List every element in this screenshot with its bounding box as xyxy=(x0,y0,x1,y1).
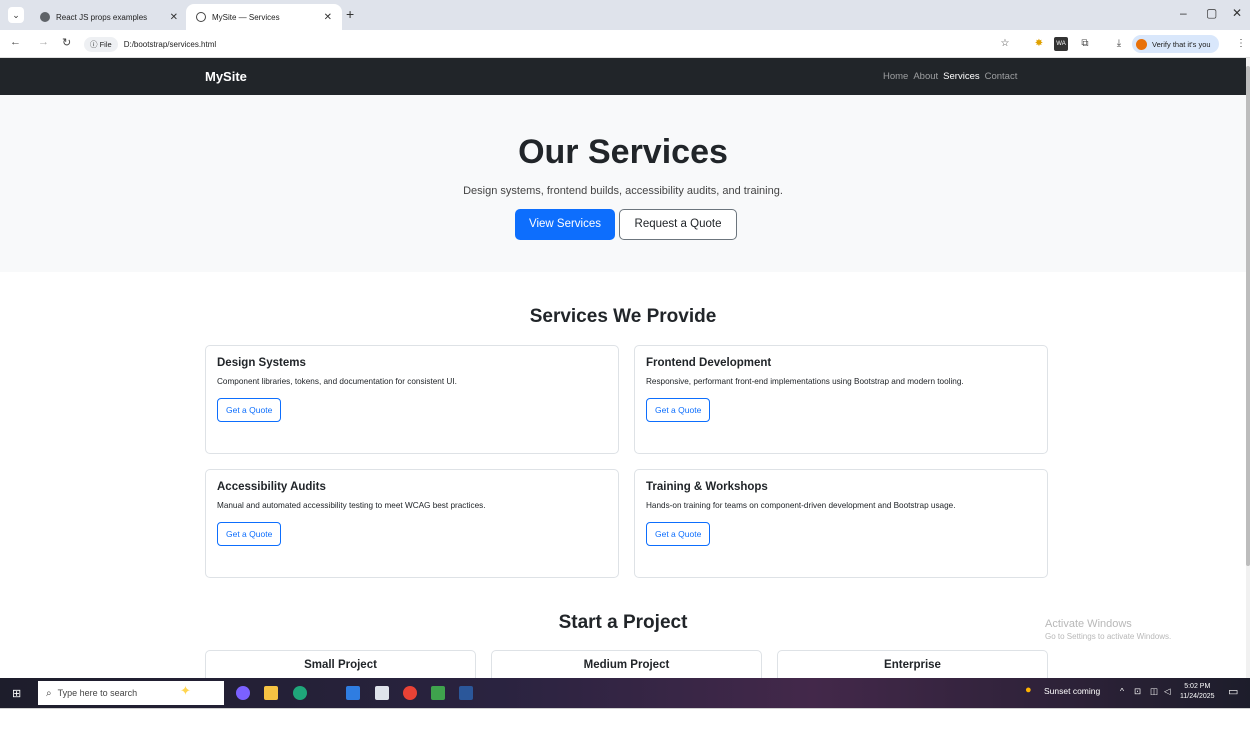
nav-link-home[interactable]: Home xyxy=(883,71,908,82)
nav-links: Home About Services Contact xyxy=(883,71,1017,82)
plan-card-title: Medium Project xyxy=(583,659,670,671)
hero-subtitle: Design systems, frontend builds, accessi… xyxy=(463,185,783,197)
windows-start-icon[interactable]: ⊞ xyxy=(12,687,21,700)
watermark-subtitle: Go to Settings to activate Windows. xyxy=(1045,632,1172,641)
menu-kebab-icon[interactable]: ⋮ xyxy=(1234,37,1248,51)
service-card-title: Design Systems xyxy=(217,357,306,369)
profile-verify-button[interactable]: Verify that it's you xyxy=(1132,35,1219,53)
reload-icon[interactable]: ↻ xyxy=(62,36,71,49)
get-quote-button[interactable]: Get a Quote xyxy=(217,522,282,546)
site-brand[interactable]: MySite xyxy=(205,69,247,84)
hero-title: Our Services xyxy=(518,133,728,171)
service-card-description: Responsive, performant front-end impleme… xyxy=(646,377,964,386)
service-card-description: Manual and automated accessibility testi… xyxy=(217,501,486,510)
clock-time: 5:02 PM xyxy=(1184,683,1211,690)
extension-icon[interactable]: ✸ xyxy=(1032,37,1046,51)
tab-react-props[interactable]: React JS props examples ✕ xyxy=(30,4,188,30)
nav-link-about[interactable]: About xyxy=(913,71,938,82)
nav-link-contact[interactable]: Contact xyxy=(985,71,1018,82)
file-explorer-icon[interactable] xyxy=(264,686,278,700)
profile-avatar-icon xyxy=(1136,38,1147,50)
search-icon: ⌕ xyxy=(46,687,52,699)
browser-tab-bar: ⌄ React JS props examples ✕ MySite — Ser… xyxy=(0,0,1250,30)
copilot-app-icon[interactable] xyxy=(236,686,250,700)
services-section-title: Services We Provide xyxy=(529,306,717,327)
service-card-training-workshops: Training & Workshops Hands-on training f… xyxy=(634,469,1048,578)
taskbar-clock[interactable]: 5:02 PM 11/24/2025 xyxy=(1180,682,1215,702)
tray-wifi-icon[interactable]: ◫ xyxy=(1150,686,1158,697)
taskbar-search-input[interactable]: ⌕ Type here to search xyxy=(38,681,224,705)
url-text: D:/bootstrap/services.html xyxy=(123,39,217,49)
windows-taskbar: ⊞ ⌕ Type here to search ✦ ● Sunset comin… xyxy=(0,678,1250,708)
minimize-button[interactable]: – xyxy=(1180,6,1187,20)
get-quote-button[interactable]: Get a Quote xyxy=(217,398,282,422)
back-arrow-icon[interactable]: ← xyxy=(10,36,21,48)
outlook-icon[interactable] xyxy=(346,686,360,700)
plan-card-title: Small Project xyxy=(304,659,377,671)
search-placeholder: Type here to search xyxy=(57,688,138,698)
service-card-design-systems: Design Systems Component libraries, toke… xyxy=(205,345,619,454)
page-viewport: MySite Home About Services Contact Our S… xyxy=(0,58,1246,678)
plan-card-small: Small Project xyxy=(205,650,476,678)
plan-card-enterprise: Enterprise xyxy=(777,650,1048,678)
weather-text[interactable]: Sunset coming xyxy=(1044,686,1100,696)
close-tab-icon[interactable]: ✕ xyxy=(324,12,332,23)
notifications-icon[interactable]: ▭ xyxy=(1228,685,1238,698)
tab-search-chevron-icon[interactable]: ⌄ xyxy=(8,7,24,23)
favicon-icon xyxy=(40,12,50,22)
store-icon[interactable] xyxy=(375,686,389,700)
address-bar: ← → ↻ ⓘ File D:/bootstrap/services.html … xyxy=(0,30,1250,58)
maximize-button[interactable]: ▢ xyxy=(1206,6,1217,20)
site-info-chip[interactable]: ⓘ File xyxy=(84,36,118,52)
service-card-title: Frontend Development xyxy=(646,357,772,369)
tray-volume-icon[interactable]: ◁ xyxy=(1164,686,1171,697)
service-card-title: Training & Workshops xyxy=(646,481,768,493)
service-card-title: Accessibility Audits xyxy=(217,481,326,493)
tab-mysite-services[interactable]: MySite — Services ✕ xyxy=(186,4,342,30)
hero-section: Our Services Design systems, frontend bu… xyxy=(0,95,1246,272)
site-navbar: MySite Home About Services Contact xyxy=(0,58,1246,95)
weather-sun-icon: ● xyxy=(1025,684,1032,696)
url-field[interactable]: ⓘ File D:/bootstrap/services.html xyxy=(84,34,984,54)
notepad-icon[interactable] xyxy=(431,686,445,700)
close-tab-icon[interactable]: ✕ xyxy=(170,12,178,23)
extensions-puzzle-icon[interactable]: ⧉ xyxy=(1078,37,1092,51)
wa-extension-icon[interactable]: WA xyxy=(1054,37,1068,51)
new-tab-button[interactable]: + xyxy=(346,6,354,22)
globe-favicon-icon xyxy=(196,12,206,22)
close-window-button[interactable]: ✕ xyxy=(1232,6,1242,20)
forward-arrow-icon[interactable]: → xyxy=(38,36,49,48)
edge-browser-icon[interactable] xyxy=(293,686,307,700)
activate-windows-watermark: Activate Windows Go to Settings to activ… xyxy=(1045,618,1171,641)
view-services-button[interactable]: View Services xyxy=(515,209,615,240)
chrome-icon[interactable] xyxy=(403,686,417,700)
request-quote-button[interactable]: Request a Quote xyxy=(619,209,737,240)
tab-title: MySite — Services xyxy=(212,12,280,22)
screen-bottom-area xyxy=(0,708,1250,731)
service-card-description: Component libraries, tokens, and documen… xyxy=(217,377,457,386)
clock-date: 11/24/2025 xyxy=(1180,693,1215,700)
scrollbar-thumb[interactable] xyxy=(1246,66,1250,566)
plan-card-title: Enterprise xyxy=(884,659,941,671)
copilot-sparkle-icon[interactable]: ✦ xyxy=(180,683,194,698)
service-card-description: Hands-on training for teams on component… xyxy=(646,501,956,510)
plan-card-medium: Medium Project xyxy=(491,650,762,678)
word-icon[interactable] xyxy=(459,686,473,700)
get-quote-button[interactable]: Get a Quote xyxy=(646,522,711,546)
nav-link-services[interactable]: Services xyxy=(943,71,979,82)
service-card-frontend-development: Frontend Development Responsive, perform… xyxy=(634,345,1048,454)
service-card-accessibility-audits: Accessibility Audits Manual and automate… xyxy=(205,469,619,578)
watermark-title: Activate Windows xyxy=(1045,618,1132,630)
bookmark-star-icon[interactable]: ☆ xyxy=(998,37,1012,51)
tray-chevron-icon[interactable]: ^ xyxy=(1120,686,1124,696)
download-icon[interactable]: ⤓ xyxy=(1112,37,1126,51)
page-scrollbar[interactable] xyxy=(1246,58,1250,678)
tab-title: React JS props examples xyxy=(56,12,148,22)
tray-network-icon[interactable]: ⊡ xyxy=(1134,686,1141,697)
get-quote-button[interactable]: Get a Quote xyxy=(646,398,711,422)
